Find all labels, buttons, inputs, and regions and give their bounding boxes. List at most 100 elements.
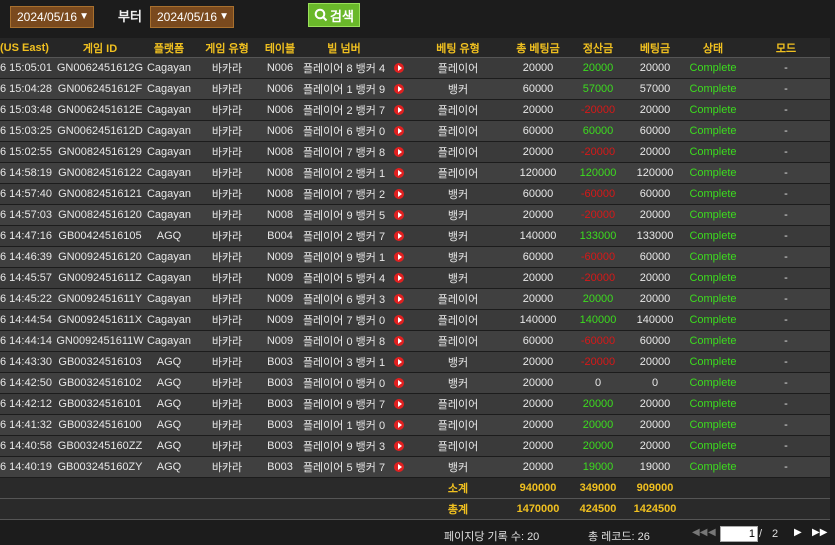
- play-icon[interactable]: [394, 357, 404, 368]
- mode: -: [742, 78, 830, 100]
- table-row[interactable]: 6 15:03:48 GN0062451612E Cagayan 바카라 N006 플레이…: [0, 99, 830, 121]
- table-row[interactable]: 6 14:45:22 GN0092451611Y Cagayan 바카라 N009 플레이…: [0, 288, 830, 310]
- bet-amount: 0: [626, 372, 684, 394]
- table-row[interactable]: 6 15:03:25 GN0062451612D Cagayan 바카라 N006 플레이…: [0, 120, 830, 142]
- bet-amount: 60000: [626, 330, 684, 352]
- platform: AGQ: [144, 372, 194, 394]
- play-icon[interactable]: [394, 378, 404, 389]
- status: Complete: [684, 414, 742, 436]
- replay-cell[interactable]: [388, 435, 410, 457]
- play-icon[interactable]: [394, 273, 404, 284]
- play-icon[interactable]: [394, 399, 404, 410]
- game-id: GN00824516121: [56, 183, 144, 205]
- bill-number: 플레이어 1 뱅커 9: [300, 78, 388, 100]
- status: Complete: [684, 78, 742, 100]
- table-name: N009: [260, 309, 300, 331]
- play-icon[interactable]: [394, 63, 404, 74]
- empty-cell: [260, 477, 300, 499]
- first-page-icon[interactable]: ◀◀: [692, 527, 707, 538]
- table-row[interactable]: 6 14:40:19 GB003245160ZY AGQ 바카라 B003 플레이어 5 …: [0, 456, 830, 478]
- play-icon[interactable]: [394, 84, 404, 95]
- play-icon[interactable]: [394, 252, 404, 263]
- bet-type: 플레이어: [410, 99, 506, 121]
- replay-cell[interactable]: [388, 246, 410, 268]
- play-icon[interactable]: [394, 315, 404, 326]
- last-page-icon[interactable]: ▶▶: [812, 527, 827, 538]
- table-row[interactable]: 6 14:57:40 GN00824516121 Cagayan 바카라 N008 플레이…: [0, 183, 830, 205]
- table-row[interactable]: 6 14:44:14 GN0092451611W Cagayan 바카라 N009 플레이…: [0, 330, 830, 352]
- table-row[interactable]: 6 14:47:16 GB00424516105 AGQ 바카라 B004 플레이어 2 …: [0, 225, 830, 247]
- play-icon[interactable]: [394, 420, 404, 431]
- game-id: GN0062451612G: [56, 57, 144, 79]
- play-icon[interactable]: [394, 462, 404, 473]
- end-date-select[interactable]: 2024/05/16 ▼: [150, 6, 234, 28]
- replay-cell[interactable]: [388, 120, 410, 142]
- mode: -: [742, 351, 830, 373]
- search-button[interactable]: 검색: [308, 3, 360, 27]
- table-name: B003: [260, 435, 300, 457]
- replay-cell[interactable]: [388, 78, 410, 100]
- bet-type: 뱅커: [410, 78, 506, 100]
- replay-cell[interactable]: [388, 183, 410, 205]
- play-icon[interactable]: [394, 294, 404, 305]
- column-header: 플랫폼: [144, 38, 194, 58]
- table-row[interactable]: 6 14:40:58 GB003245160ZZ AGQ 바카라 B003 플레이어 9 …: [0, 435, 830, 457]
- table-row[interactable]: 6 14:41:32 GB00324516100 AGQ 바카라 B003 플레이어 1 …: [0, 414, 830, 436]
- replay-cell[interactable]: [388, 309, 410, 331]
- play-icon[interactable]: [394, 105, 404, 116]
- replay-cell[interactable]: [388, 204, 410, 226]
- replay-cell[interactable]: [388, 141, 410, 163]
- play-icon[interactable]: [394, 231, 404, 242]
- summary-label: 총계: [410, 498, 506, 520]
- next-page-icon[interactable]: ▶: [794, 527, 802, 538]
- bet-type: 뱅커: [410, 225, 506, 247]
- replay-cell[interactable]: [388, 393, 410, 415]
- bet-time: 6 15:04:28: [0, 78, 56, 100]
- bet-time: 6 14:45:57: [0, 267, 56, 289]
- total-bet: 20000: [506, 288, 570, 310]
- table-row[interactable]: 6 14:42:50 GB00324516102 AGQ 바카라 B003 플레이어 0 …: [0, 372, 830, 394]
- table-row[interactable]: 6 15:04:28 GN0062451612F Cagayan 바카라 N006 플레이…: [0, 78, 830, 100]
- play-icon[interactable]: [394, 441, 404, 452]
- settlement: -60000: [570, 330, 626, 352]
- prev-page-icon[interactable]: ◀: [708, 527, 716, 538]
- status: Complete: [684, 99, 742, 121]
- replay-cell[interactable]: [388, 57, 410, 79]
- play-icon[interactable]: [394, 126, 404, 137]
- bill-number: 플레이어 9 뱅커 1: [300, 246, 388, 268]
- platform: Cagayan: [144, 330, 194, 352]
- table-row[interactable]: 6 15:05:01 GN0062451612G Cagayan 바카라 N006 플레이…: [0, 57, 830, 79]
- replay-cell[interactable]: [388, 456, 410, 478]
- play-icon[interactable]: [394, 336, 404, 347]
- table-row[interactable]: 6 14:58:19 GN00824516122 Cagayan 바카라 N008 플레이…: [0, 162, 830, 184]
- replay-cell[interactable]: [388, 330, 410, 352]
- table-row[interactable]: 6 14:45:57 GN0092451611Z Cagayan 바카라 N009 플레이…: [0, 267, 830, 289]
- column-header: [388, 38, 410, 58]
- play-icon[interactable]: [394, 210, 404, 221]
- start-date-select[interactable]: 2024/05/16 ▼: [10, 6, 94, 28]
- play-icon[interactable]: [394, 147, 404, 158]
- replay-cell[interactable]: [388, 267, 410, 289]
- table-row[interactable]: 6 14:43:30 GB00324516103 AGQ 바카라 B003 플레이어 3 …: [0, 351, 830, 373]
- table-header-row: (US East) 게임 ID 플랫폼 게임 유형 테이블 빌 넘버 베팅 유형 총 베팅금 정…: [0, 38, 830, 58]
- empty-cell: [0, 477, 56, 499]
- table-row[interactable]: 6 15:02:55 GN00824516129 Cagayan 바카라 N008 플레이…: [0, 141, 830, 163]
- replay-cell[interactable]: [388, 414, 410, 436]
- table-row[interactable]: 6 14:42:12 GB00324516101 AGQ 바카라 B003 플레이어 9 …: [0, 393, 830, 415]
- replay-cell[interactable]: [388, 99, 410, 121]
- replay-cell[interactable]: [388, 162, 410, 184]
- replay-cell[interactable]: [388, 288, 410, 310]
- play-icon[interactable]: [394, 168, 404, 179]
- platform: AGQ: [144, 225, 194, 247]
- current-page-input[interactable]: [720, 526, 758, 542]
- column-header: 테이블: [260, 38, 300, 58]
- replay-cell[interactable]: [388, 225, 410, 247]
- table-row[interactable]: 6 14:46:39 GN00924516120 Cagayan 바카라 N009 플레이…: [0, 246, 830, 268]
- replay-cell[interactable]: [388, 372, 410, 394]
- replay-cell[interactable]: [388, 351, 410, 373]
- table-name: N009: [260, 267, 300, 289]
- bet-type: 플레이어: [410, 120, 506, 142]
- play-icon[interactable]: [394, 189, 404, 200]
- table-row[interactable]: 6 14:57:03 GN00824516120 Cagayan 바카라 N008 플레이…: [0, 204, 830, 226]
- table-row[interactable]: 6 14:44:54 GN0092451611X Cagayan 바카라 N009 플레이…: [0, 309, 830, 331]
